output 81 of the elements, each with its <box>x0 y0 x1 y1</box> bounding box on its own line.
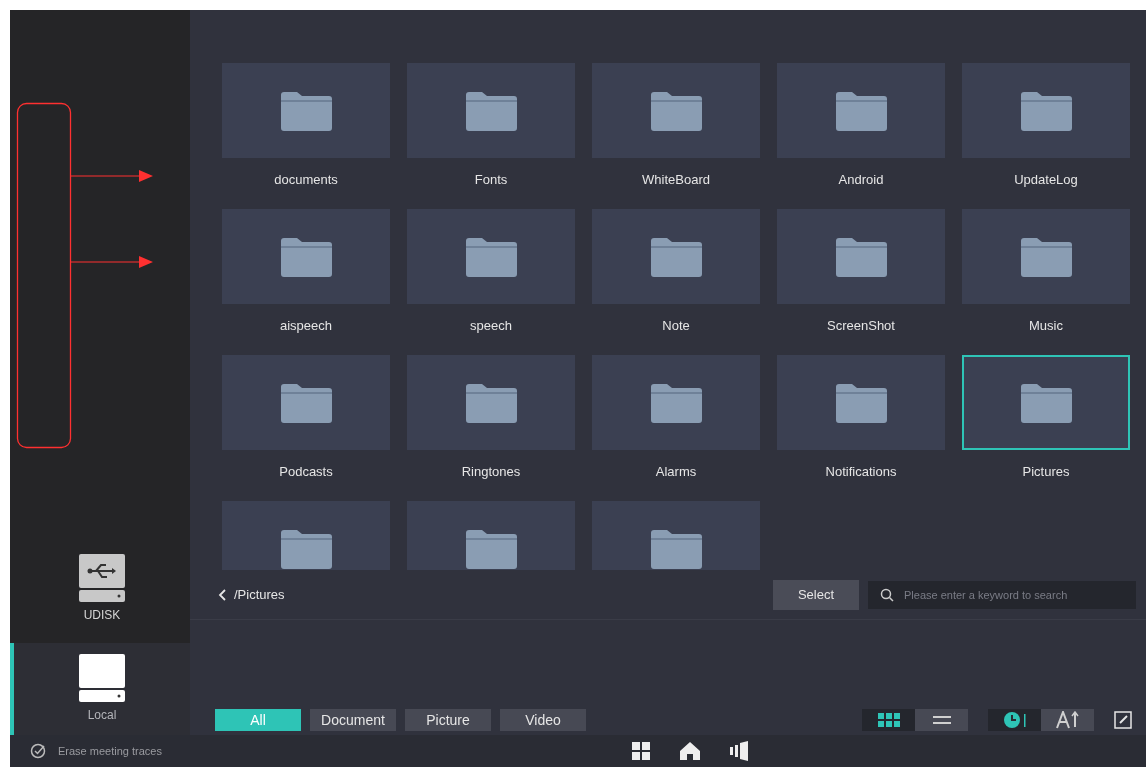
alpha-sort-icon <box>1055 711 1080 729</box>
device-label: UDISK <box>83 607 121 624</box>
folder-label: Android <box>838 170 884 189</box>
folder-tile[interactable] <box>407 501 575 570</box>
folder-tile[interactable] <box>592 63 760 158</box>
select-button[interactable]: Select <box>773 579 859 610</box>
folder-icon <box>834 236 888 277</box>
folder-label: UpdateLog <box>1014 170 1078 189</box>
panel-icon[interactable] <box>730 741 748 761</box>
folder-label: speech <box>470 316 512 335</box>
folder-tile[interactable] <box>962 209 1130 304</box>
folder-tile[interactable] <box>222 501 390 570</box>
folder-icon <box>649 90 703 131</box>
apps-grid-icon[interactable] <box>632 742 650 760</box>
back-path-link[interactable]: /Pictures <box>218 584 285 605</box>
folder-label: Music <box>1029 316 1063 335</box>
check-circle-icon <box>30 743 46 759</box>
folder-icon <box>464 236 518 277</box>
folder-tile[interactable] <box>962 355 1130 450</box>
folder-tile[interactable] <box>407 355 575 450</box>
device-item[interactable]: UDISK <box>10 543 190 635</box>
folder-label: Pictures <box>1022 462 1070 481</box>
folder-tile[interactable] <box>407 209 575 304</box>
erase-traces-label[interactable]: Erase meeting traces <box>58 742 162 760</box>
folder-icon <box>1019 382 1073 423</box>
clock-sort-icon <box>1002 711 1027 729</box>
folder-icon <box>279 528 333 569</box>
folder-label: Notifications <box>825 462 897 481</box>
folder-label: Ringtones <box>461 462 521 481</box>
folder-tile[interactable] <box>777 209 945 304</box>
filter-tab[interactable]: Document <box>310 709 396 731</box>
device-label: Local <box>87 707 117 724</box>
folder-icon <box>649 528 703 569</box>
search-icon <box>880 587 894 602</box>
folder-tile[interactable] <box>222 355 390 450</box>
folder-label: WhiteBoard <box>642 170 710 189</box>
list-icon <box>932 714 951 726</box>
folder-label: Alarms <box>655 462 697 481</box>
folder-tile[interactable] <box>962 63 1130 158</box>
folder-tile[interactable] <box>777 355 945 450</box>
folder-label: Note <box>662 316 690 335</box>
folder-tile[interactable] <box>777 63 945 158</box>
folder-label: Podcasts <box>279 462 333 481</box>
folder-icon <box>279 90 333 131</box>
folder-icon <box>834 90 888 131</box>
grid-icon <box>877 713 900 727</box>
folder-icon <box>279 236 333 277</box>
folder-tile[interactable] <box>592 209 760 304</box>
folder-icon <box>834 382 888 423</box>
home-icon[interactable] <box>680 742 700 760</box>
folder-label: ScreenShot <box>827 316 895 335</box>
folder-tile[interactable] <box>592 355 760 450</box>
folder-icon <box>1019 236 1073 277</box>
back-chevron-icon <box>218 588 226 601</box>
folder-label: aispeech <box>279 316 332 335</box>
folder-tile[interactable] <box>222 63 390 158</box>
folder-icon <box>649 236 703 277</box>
device-item[interactable]: Local <box>10 643 190 735</box>
sort-mode-button[interactable] <box>1041 709 1094 731</box>
folder-tile[interactable] <box>407 63 575 158</box>
folder-icon <box>279 382 333 423</box>
drive-icon <box>79 654 125 702</box>
view-mode-button[interactable] <box>862 709 915 731</box>
edit-icon <box>1114 711 1132 729</box>
folder-icon <box>649 382 703 423</box>
folder-icon <box>464 528 518 569</box>
usb-drive-icon <box>79 554 125 602</box>
folder-label: documents <box>274 170 338 189</box>
filter-tab[interactable]: Video <box>500 709 586 731</box>
filter-tab[interactable]: Picture <box>405 709 491 731</box>
folder-tile[interactable] <box>592 501 760 570</box>
folder-icon <box>464 382 518 423</box>
path-text: /Pictures <box>234 585 285 604</box>
folder-tile[interactable] <box>222 209 390 304</box>
sort-mode-button[interactable] <box>988 709 1041 731</box>
folder-icon <box>464 90 518 131</box>
folder-label: Fonts <box>474 170 508 189</box>
folder-icon <box>1019 90 1073 131</box>
search-field[interactable]: Please enter a keyword to search <box>868 580 1136 609</box>
view-mode-button[interactable] <box>915 709 968 731</box>
edit-button[interactable] <box>1114 709 1132 731</box>
